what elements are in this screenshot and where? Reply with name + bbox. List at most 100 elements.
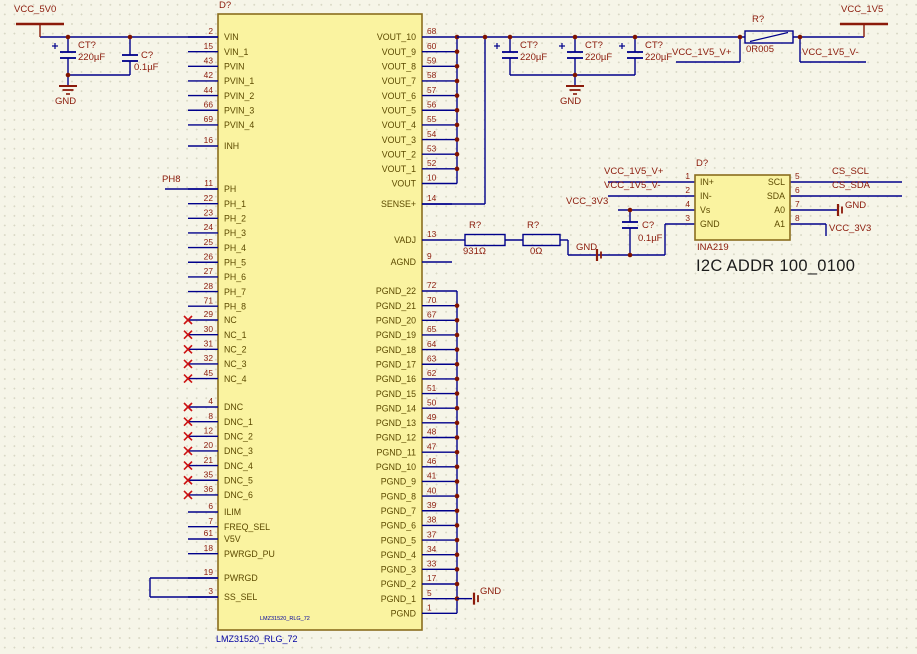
pin-name-PGND_4[interactable]: PGND_4 bbox=[381, 550, 416, 560]
net-label-v-minus[interactable]: VCC_1V5_V- bbox=[604, 181, 661, 191]
pin-number-45[interactable]: 45 bbox=[204, 368, 214, 378]
pin-name-PH_6[interactable]: PH_6 bbox=[224, 272, 246, 282]
pin-name-VOUT[interactable]: VOUT bbox=[392, 179, 417, 189]
pin-name-PGND_16[interactable]: PGND_16 bbox=[376, 374, 416, 384]
net-label-vcc3v3[interactable]: VCC_3V3 bbox=[829, 224, 871, 234]
pin-name-PGND_19[interactable]: PGND_19 bbox=[376, 330, 416, 340]
pin-number-70[interactable]: 70 bbox=[427, 295, 437, 305]
pin-number-21[interactable]: 21 bbox=[204, 455, 214, 465]
pin-name-PH_8[interactable]: PH_8 bbox=[224, 301, 246, 311]
pin-number-28[interactable]: 28 bbox=[204, 281, 214, 291]
gnd-label[interactable]: GND bbox=[845, 201, 866, 211]
net-label-v-plus[interactable]: VCC_1V5_V+ bbox=[672, 48, 731, 58]
ina-pin-number-1[interactable]: 1 bbox=[685, 171, 690, 181]
pin-name-PH_3[interactable]: PH_3 bbox=[224, 228, 246, 238]
ina219-designator[interactable]: D? bbox=[696, 159, 708, 169]
pin-name-PH_2[interactable]: PH_2 bbox=[224, 214, 246, 224]
pin-name-DNC_5[interactable]: DNC_5 bbox=[224, 475, 253, 485]
pin-name-VOUT_9[interactable]: VOUT_9 bbox=[382, 47, 416, 57]
ina-pin-name-Vs[interactable]: Vs bbox=[700, 205, 711, 215]
pin-name-PGND_6[interactable]: PGND_6 bbox=[381, 521, 416, 531]
ina-pin-number-6[interactable]: 6 bbox=[795, 185, 800, 195]
ina-pin-name-A1[interactable]: A1 bbox=[774, 219, 785, 229]
pin-name-PGND_18[interactable]: PGND_18 bbox=[376, 345, 416, 355]
pin-number-30[interactable]: 30 bbox=[204, 324, 214, 334]
pin-name-PWRGD_PU[interactable]: PWRGD_PU bbox=[224, 549, 275, 559]
pin-name-PVIN_2[interactable]: PVIN_2 bbox=[224, 91, 254, 101]
gnd-label[interactable]: GND bbox=[560, 97, 581, 107]
pin-name-DNC[interactable]: DNC bbox=[224, 402, 244, 412]
net-label-v-plus[interactable]: VCC_1V5_V+ bbox=[604, 167, 663, 177]
net-label-v-minus[interactable]: VCC_1V5_V- bbox=[802, 48, 859, 58]
pin-name-VIN_1[interactable]: VIN_1 bbox=[224, 47, 249, 57]
pin-name-PGND_3[interactable]: PGND_3 bbox=[381, 565, 416, 575]
pin-name-VOUT_6[interactable]: VOUT_6 bbox=[382, 91, 416, 101]
pin-number-68[interactable]: 68 bbox=[427, 26, 437, 36]
ina-pin-name-SDA[interactable]: SDA bbox=[767, 191, 785, 201]
pin-number-37[interactable]: 37 bbox=[427, 529, 437, 539]
net-label-cs-sda[interactable]: CS_SDA bbox=[832, 181, 870, 191]
cap-ref[interactable]: C? bbox=[141, 51, 153, 61]
ina-pin-name-A0[interactable]: A0 bbox=[774, 205, 785, 215]
pin-number-13[interactable]: 13 bbox=[427, 229, 437, 239]
pin-name-PH_1[interactable]: PH_1 bbox=[224, 199, 246, 209]
pin-name-PGND_11[interactable]: PGND_11 bbox=[377, 447, 417, 457]
pin-name-PGND[interactable]: PGND bbox=[391, 609, 416, 619]
pin-name-PGND_12[interactable]: PGND_12 bbox=[376, 433, 416, 443]
cap-value[interactable]: 220µF bbox=[520, 53, 547, 63]
pin-number-67[interactable]: 67 bbox=[427, 310, 437, 320]
pin-name-PGND_7[interactable]: PGND_7 bbox=[381, 506, 416, 516]
pin-name-DNC_4[interactable]: DNC_4 bbox=[224, 461, 253, 471]
pin-number-59[interactable]: 59 bbox=[427, 56, 437, 66]
pin-name-PH_5[interactable]: PH_5 bbox=[224, 257, 246, 267]
pin-name-PGND_15[interactable]: PGND_15 bbox=[376, 389, 416, 399]
main-ic-comment[interactable]: LMZ31520_RLG_72 bbox=[216, 635, 298, 644]
pin-number-41[interactable]: 41 bbox=[427, 471, 437, 481]
pin-number-26[interactable]: 26 bbox=[204, 251, 214, 261]
pin-number-5[interactable]: 5 bbox=[427, 588, 432, 598]
pin-name-PWRGD[interactable]: PWRGD bbox=[224, 573, 258, 583]
pin-number-1[interactable]: 1 bbox=[427, 603, 432, 613]
pin-name-SENSE+[interactable]: SENSE+ bbox=[381, 199, 416, 209]
pin-number-42[interactable]: 42 bbox=[204, 70, 214, 80]
pin-name-NC_3[interactable]: NC_3 bbox=[224, 359, 247, 369]
pin-number-22[interactable]: 22 bbox=[204, 193, 214, 203]
net-label-cs-scl[interactable]: CS_SCL bbox=[832, 167, 869, 177]
shunt-value[interactable]: 0R005 bbox=[746, 45, 774, 55]
pin-name-PVIN_3[interactable]: PVIN_3 bbox=[224, 105, 254, 115]
cap-value[interactable]: 0.1µF bbox=[134, 63, 158, 73]
pin-name-NC_1[interactable]: NC_1 bbox=[224, 330, 247, 340]
resistor-r-vadj-2[interactable] bbox=[522, 233, 561, 247]
pin-name-PGND_2[interactable]: PGND_2 bbox=[381, 579, 416, 589]
gnd-label[interactable]: GND bbox=[480, 587, 501, 597]
pin-number-56[interactable]: 56 bbox=[427, 99, 437, 109]
pin-number-61[interactable]: 61 bbox=[204, 528, 214, 538]
cap-ref[interactable]: CT? bbox=[645, 41, 663, 51]
pin-name-SS_SEL[interactable]: SS_SEL bbox=[224, 592, 257, 602]
pin-number-6[interactable]: 6 bbox=[208, 501, 213, 511]
pin-number-69[interactable]: 69 bbox=[204, 114, 214, 124]
pin-number-10[interactable]: 10 bbox=[427, 173, 437, 183]
pin-number-33[interactable]: 33 bbox=[427, 559, 437, 569]
pin-number-15[interactable]: 15 bbox=[204, 41, 214, 51]
pin-name-NC_2[interactable]: NC_2 bbox=[224, 345, 247, 355]
pin-name-PGND_1[interactable]: PGND_1 bbox=[381, 594, 416, 604]
pin-name-PGND_8[interactable]: PGND_8 bbox=[381, 491, 416, 501]
resistor-value[interactable]: 931Ω bbox=[463, 247, 486, 257]
pin-number-24[interactable]: 24 bbox=[204, 222, 214, 232]
pin-number-8[interactable]: 8 bbox=[208, 411, 213, 421]
resistor-value[interactable]: 0Ω bbox=[530, 247, 542, 257]
cap-ref[interactable]: CT? bbox=[585, 41, 603, 51]
cap-value[interactable]: 220µF bbox=[78, 53, 105, 63]
pin-number-44[interactable]: 44 bbox=[204, 85, 214, 95]
pin-name-NC[interactable]: NC bbox=[224, 315, 237, 325]
ina-pin-number-4[interactable]: 4 bbox=[685, 199, 690, 209]
pin-number-55[interactable]: 55 bbox=[427, 114, 437, 124]
ina219-name[interactable]: INA219 bbox=[697, 243, 729, 253]
pin-number-57[interactable]: 57 bbox=[427, 85, 437, 95]
power-port-label-vcc1v5[interactable]: VCC_1V5 bbox=[841, 5, 883, 15]
pin-number-51[interactable]: 51 bbox=[427, 383, 437, 393]
pin-name-NC_4[interactable]: NC_4 bbox=[224, 374, 247, 384]
pin-name-PH_7[interactable]: PH_7 bbox=[224, 287, 246, 297]
pin-number-25[interactable]: 25 bbox=[204, 237, 214, 247]
